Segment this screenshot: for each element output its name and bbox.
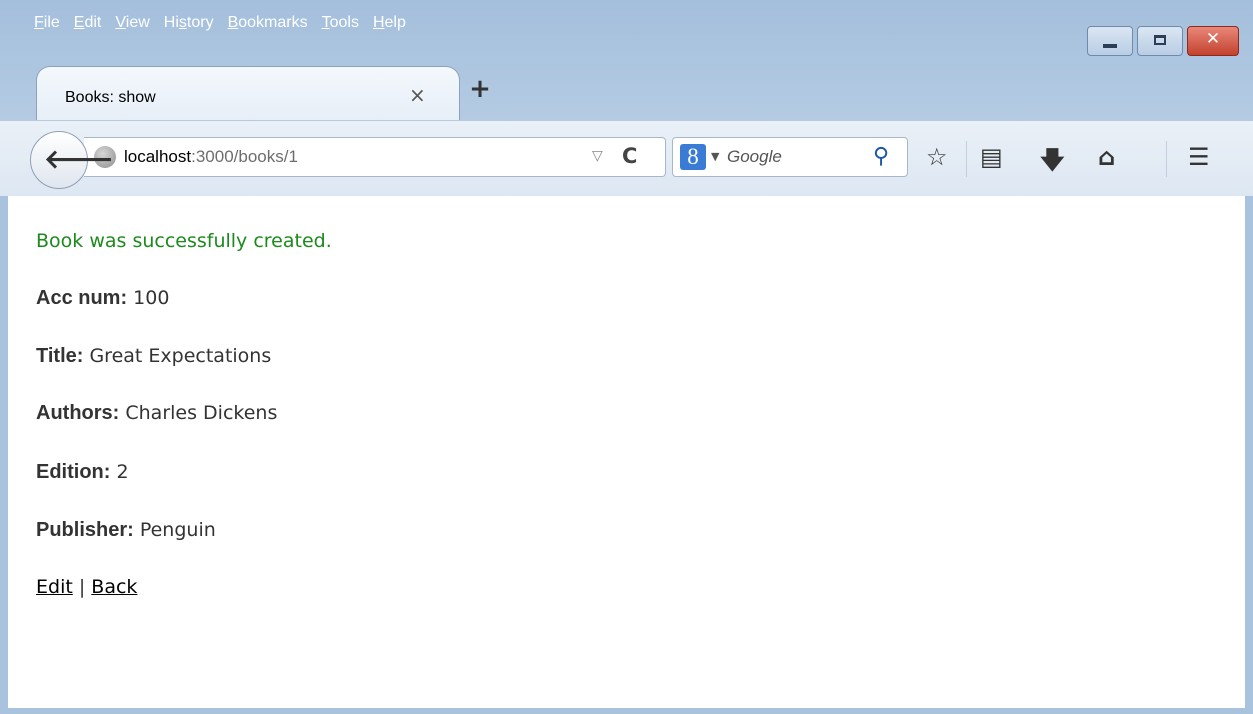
action-links: Edit | Back	[36, 576, 137, 598]
search-icon[interactable]: ⚲	[873, 144, 889, 169]
navigation-toolbar: localhost:3000/books/1 ▽ C 🡐 8 ▼ Google …	[0, 120, 1253, 196]
window-controls: ✕	[1087, 26, 1239, 56]
field-label: Authors:	[36, 402, 120, 424]
url-host: localhost	[124, 147, 192, 166]
home-icon[interactable]: ⌂	[1098, 143, 1115, 171]
edit-link[interactable]: Edit	[36, 576, 73, 598]
field-acc-num: Acc num: 100	[36, 287, 169, 310]
bookmark-star-icon[interactable]: ☆	[926, 143, 948, 171]
bookmarks-list-icon[interactable]: ▤	[980, 143, 1003, 171]
toolbar-separator	[966, 141, 967, 177]
maximize-icon	[1154, 35, 1166, 45]
flash-notice: Book was successfully created.	[36, 230, 332, 252]
tab-books-show[interactable]: Books: show ×	[36, 66, 460, 122]
menu-tools[interactable]: Tools	[322, 14, 359, 36]
search-bar[interactable]: 8 ▼ Google ⚲	[672, 137, 908, 177]
back-arrow-icon: 🡐	[44, 145, 114, 175]
toolbar-separator	[1166, 141, 1167, 177]
field-value: Charles Dickens	[119, 402, 278, 424]
field-edition: Edition: 2	[36, 461, 129, 484]
field-value: Penguin	[133, 519, 216, 541]
tab-close-icon[interactable]: ×	[409, 83, 426, 107]
google-engine-icon[interactable]: 8	[680, 144, 706, 170]
back-button[interactable]: 🡐	[30, 131, 114, 189]
menu-edit[interactable]: Edit	[74, 14, 102, 36]
engine-dropdown-icon[interactable]: ▼	[711, 150, 719, 163]
browser-window: File Edit View History Bookmarks Tools H…	[0, 0, 1253, 714]
field-authors: Authors: Charles Dickens	[36, 402, 277, 425]
url-text[interactable]: localhost:3000/books/1	[124, 147, 298, 167]
menu-hamburger-icon[interactable]: ☰	[1188, 143, 1210, 171]
field-value: 100	[127, 287, 170, 309]
url-path: :3000/books/1	[191, 147, 298, 166]
field-label: Title:	[36, 345, 84, 367]
minimize-icon	[1103, 44, 1117, 48]
downloads-icon[interactable]: 🡇	[1040, 143, 1065, 184]
tab-title: Books: show	[65, 89, 156, 106]
field-label: Edition:	[36, 461, 111, 483]
close-window-button[interactable]: ✕	[1187, 26, 1239, 56]
search-input[interactable]: Google	[727, 147, 782, 167]
field-label: Publisher:	[36, 519, 134, 541]
url-bar[interactable]: localhost:3000/books/1 ▽ C	[84, 137, 666, 177]
menu-bookmarks[interactable]: Bookmarks	[228, 14, 308, 36]
page-content: Book was successfully created. Acc num: …	[8, 196, 1245, 708]
menu-file[interactable]: File	[34, 14, 60, 36]
menu-history[interactable]: History	[164, 14, 214, 36]
field-publisher: Publisher: Penguin	[36, 519, 216, 542]
close-icon: ✕	[1205, 29, 1221, 49]
menu-help[interactable]: Help	[373, 14, 406, 36]
field-title: Title: Great Expectations	[36, 345, 271, 368]
history-dropdown-icon[interactable]: ▽	[592, 148, 603, 164]
reload-icon[interactable]: C	[622, 144, 637, 168]
field-value: Great Expectations	[83, 345, 272, 367]
field-label: Acc num:	[36, 287, 128, 309]
browser-chrome: File Edit View History Bookmarks Tools H…	[0, 0, 1253, 196]
link-separator: |	[72, 576, 92, 598]
minimize-button[interactable]	[1087, 26, 1133, 56]
field-value: 2	[110, 461, 129, 483]
new-tab-button[interactable]: +	[468, 74, 492, 104]
back-link[interactable]: Back	[91, 576, 137, 598]
maximize-button[interactable]	[1137, 26, 1183, 56]
menu-bar: File Edit View History Bookmarks Tools H…	[34, 14, 420, 36]
menu-view[interactable]: View	[115, 14, 149, 36]
